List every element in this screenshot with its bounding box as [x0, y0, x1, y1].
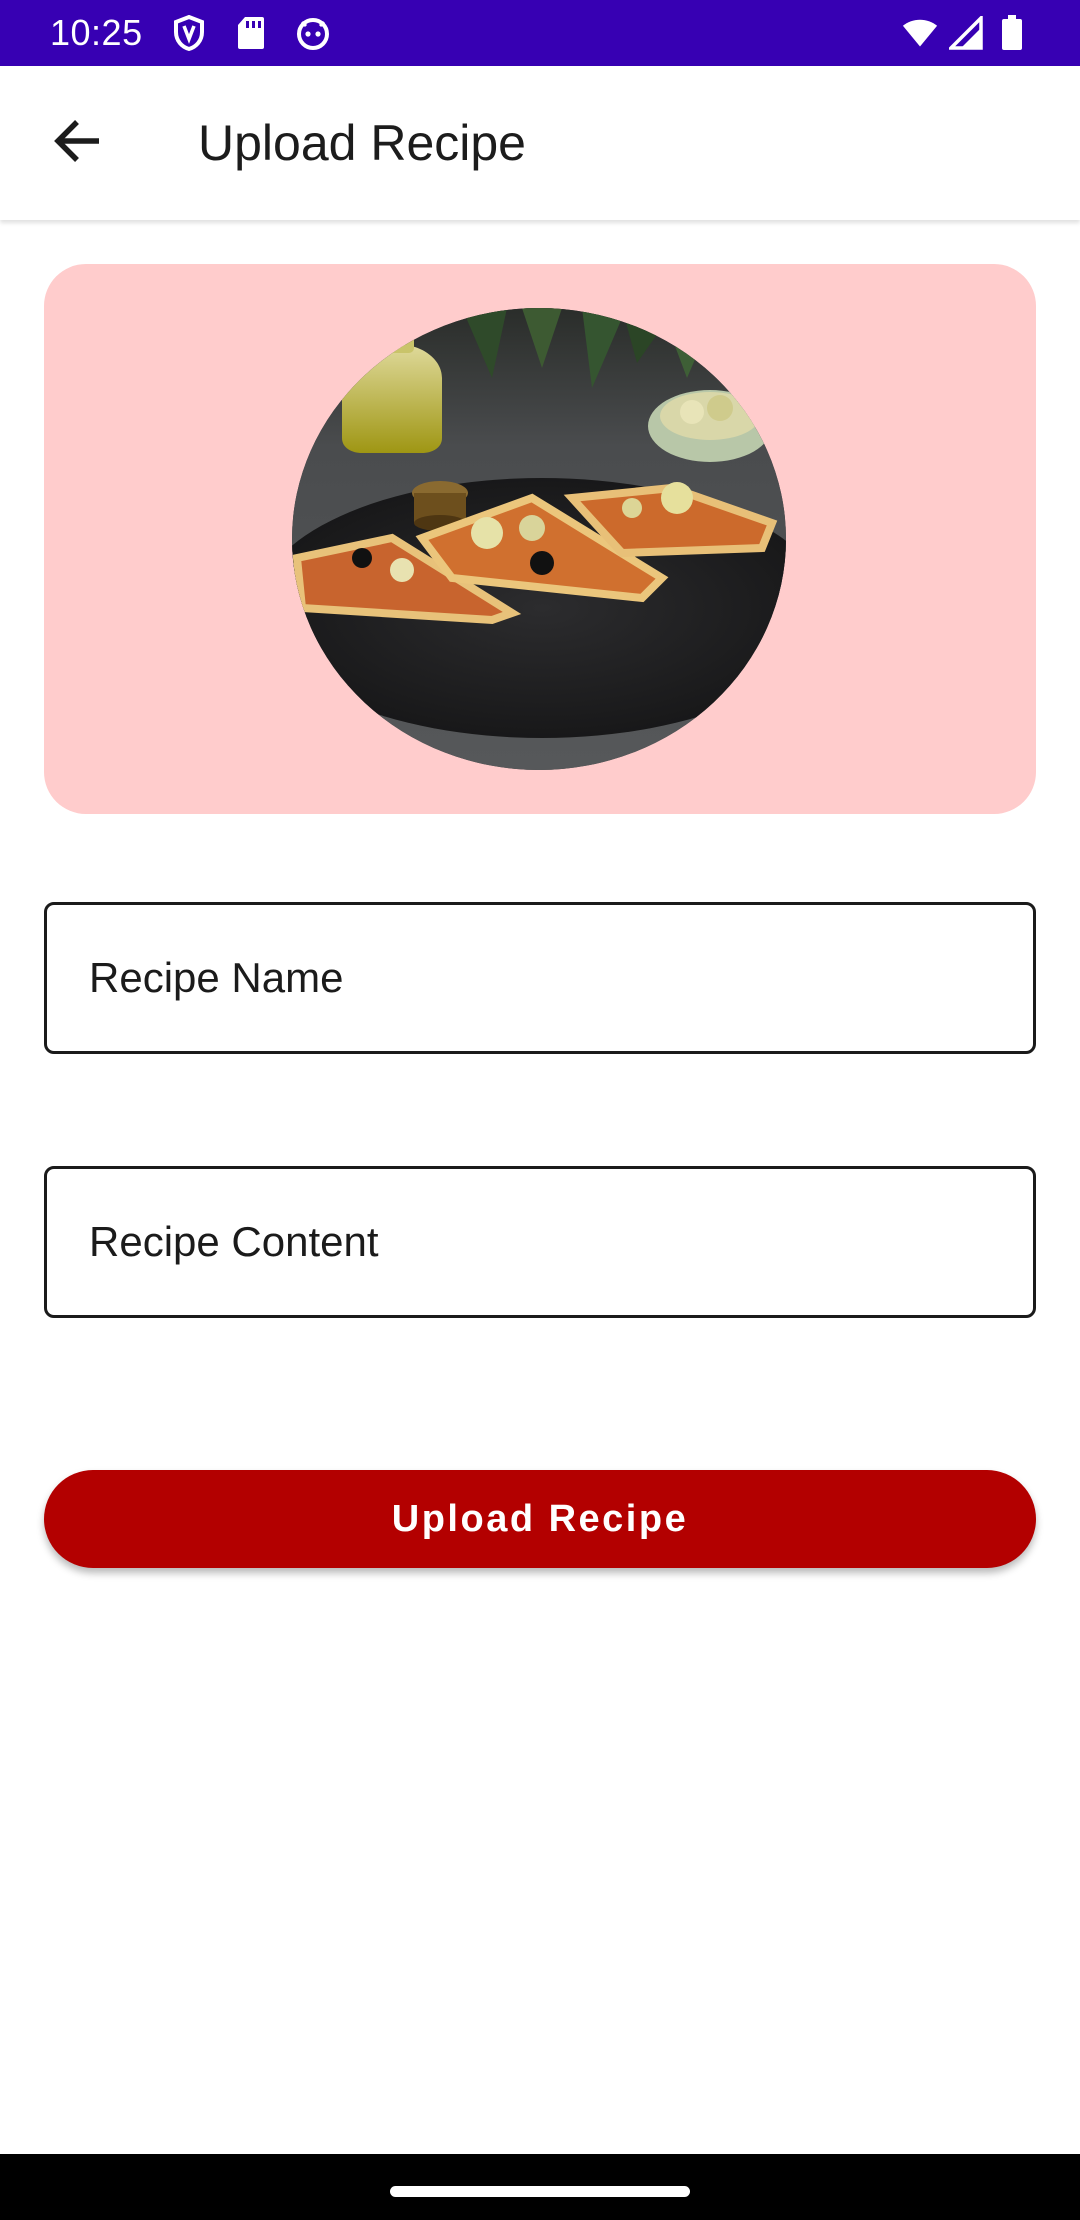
sd-card-icon: [233, 15, 269, 51]
signal-icon: [948, 15, 984, 51]
home-indicator[interactable]: [390, 2186, 690, 2197]
page-title: Upload Recipe: [198, 115, 526, 171]
recipe-name-input[interactable]: [89, 905, 991, 1051]
upload-recipe-button[interactable]: Upload Recipe: [44, 1470, 1036, 1568]
android-face-icon: [295, 15, 331, 51]
recipe-content-field[interactable]: [44, 1166, 1036, 1318]
image-card: [44, 264, 1036, 814]
recipe-image-picker[interactable]: [292, 308, 786, 770]
battery-icon: [994, 15, 1030, 51]
app-bar: Upload Recipe: [0, 66, 1080, 220]
arrow-back-icon: [53, 118, 103, 169]
recipe-name-field[interactable]: [44, 902, 1036, 1054]
recipe-content-input[interactable]: [89, 1169, 991, 1315]
wifi-icon: [902, 15, 938, 51]
status-left-icons: [171, 15, 331, 51]
upload-recipe-screen: 10:25 Upload Recipe Recipe Name Recipe C…: [0, 0, 1080, 2220]
status-right-icons: [902, 15, 1030, 51]
status-time: 10:25: [50, 12, 143, 53]
status-bar: 10:25: [0, 0, 1080, 66]
shield-icon: [171, 15, 207, 51]
back-button[interactable]: [36, 101, 120, 185]
